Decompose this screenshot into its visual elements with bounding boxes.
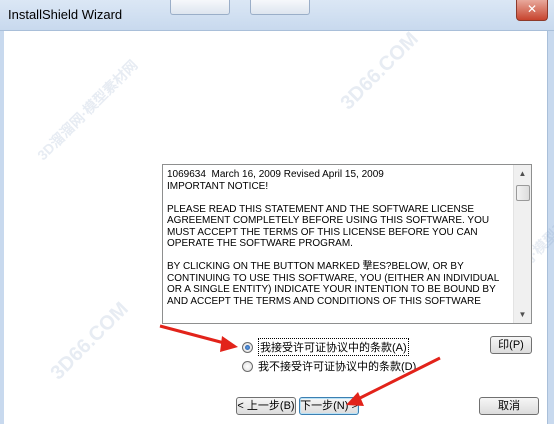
license-line: 1069634 March 16, 2009 Revised April 15,… [167,169,384,180]
license-text-box[interactable]: 1069634 March 16, 2009 Revised April 15,… [162,164,532,324]
license-line: OPERATE THE SOFTWARE PROGRAM. [167,238,353,249]
cancel-button[interactable]: 取消 [479,397,539,415]
accept-radio-label[interactable]: 我接受许可证协议中的条款(A) [258,338,409,356]
decline-radio-option[interactable]: 我不接受许可证协议中的条款(D) [242,358,416,374]
window-title: InstallShield Wizard [8,7,123,22]
license-line: AND ACCEPT THE TERMS AND CONDITIONS OF T… [167,295,481,307]
scroll-up-icon[interactable]: ▲ [514,165,531,182]
scroll-down-icon[interactable]: ▼ [514,306,531,323]
license-line: IMPORTANT NOTICE! [167,180,269,192]
background-window-button [250,0,310,15]
license-line: AGREEMENT COMPLETELY BEFORE USING THIS S… [167,215,490,226]
close-icon[interactable]: ✕ [516,0,548,21]
next-button[interactable]: 下一步(N) > [299,397,359,415]
back-button[interactable]: < 上一步(B) [236,397,296,415]
license-line [167,250,507,262]
license-line: CONTINUING TO USE THIS SOFTWARE, YOU (EI… [167,272,500,284]
accept-radio[interactable] [242,341,253,353]
license-line: BY CLICKING ON THE BUTTON MARKED 撃ES?BEL… [167,261,464,272]
license-line [167,192,507,204]
window-frame-right [547,31,554,424]
scrollbar-thumb[interactable] [516,185,530,201]
background-window-button [170,0,230,15]
license-scrollbar[interactable]: ▲ ▼ [513,165,531,323]
decline-radio-label[interactable]: 我不接受许可证协议中的条款(D) [258,358,416,374]
license-line: PLEASE READ THIS STATEMENT AND THE SOFTW… [167,203,475,215]
print-button[interactable]: 印(P) [490,336,532,354]
license-text: 1069634 March 16, 2009 Revised April 15,… [167,169,507,319]
window-frame-left [0,31,4,424]
title-bar: InstallShield Wizard ✕ [0,0,554,31]
decline-radio[interactable] [242,360,253,372]
license-line: MUST ACCEPT THE TERMS OF THIS LICENSE BE… [167,226,478,238]
accept-radio-option[interactable]: 我接受许可证协议中的条款(A) [242,338,409,356]
license-line: OR A SINGLE ENTITY) INDICATE YOUR INTENT… [167,284,496,295]
